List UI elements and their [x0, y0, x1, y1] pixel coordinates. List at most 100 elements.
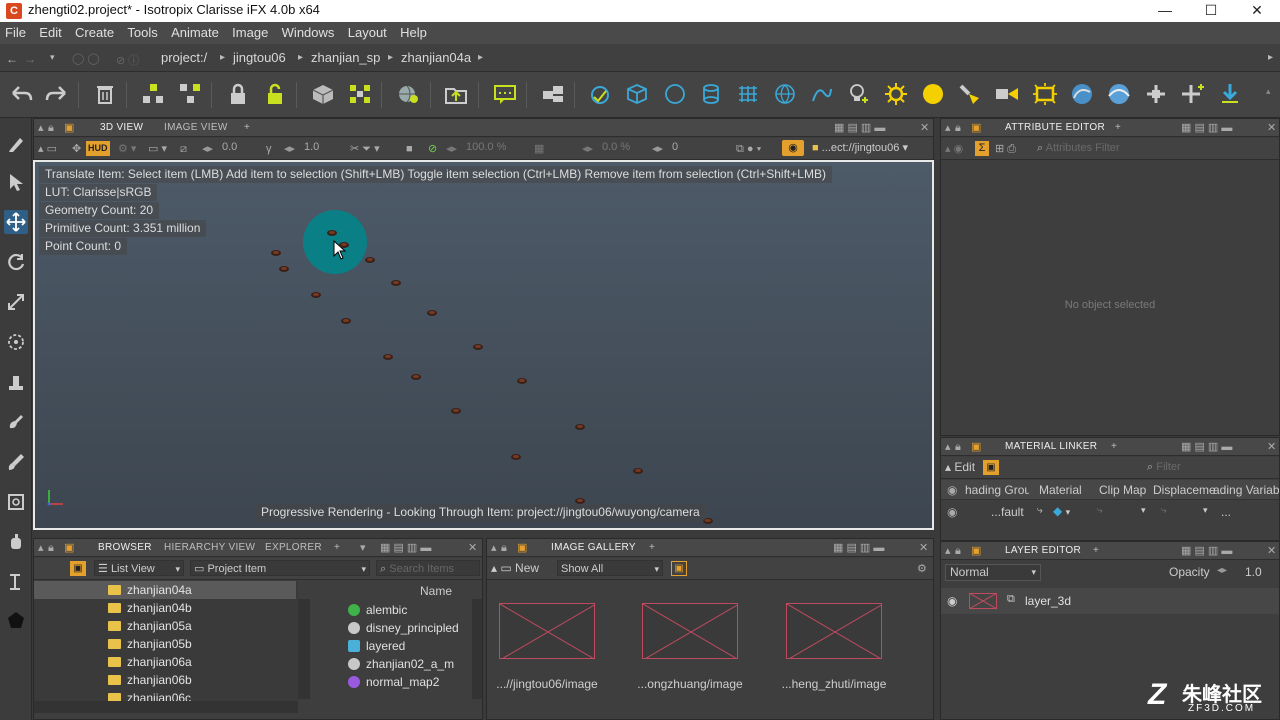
- clip-map-dropdown-icon[interactable]: ▾: [1141, 505, 1146, 516]
- close-button[interactable]: ✕: [1234, 0, 1280, 22]
- panel-close-icon[interactable]: ✕: [1267, 119, 1276, 137]
- panel-close-icon[interactable]: ✕: [920, 119, 929, 137]
- panel-close-icon[interactable]: ✕: [919, 539, 928, 557]
- panel-menu-icon[interactable]: ▴: [38, 539, 44, 557]
- box-primitive-icon[interactable]: [622, 79, 652, 109]
- list-item[interactable]: normal_map2: [348, 673, 439, 691]
- add-tab-button[interactable]: +: [1105, 438, 1123, 456]
- frame-icon[interactable]: ✥: [72, 140, 81, 158]
- menu-create[interactable]: Create: [70, 22, 119, 44]
- list-item[interactable]: alembic: [348, 601, 407, 619]
- nav-stop-icon[interactable]: ⊘ ⓘ: [116, 52, 139, 68]
- select-tool-icon[interactable]: [4, 170, 28, 194]
- panel-options-icon[interactable]: ▣: [517, 539, 527, 557]
- material-link-icon[interactable]: ⤷: [1037, 505, 1043, 516]
- browser-mode-icon[interactable]: ▣: [70, 561, 86, 576]
- name-column-header[interactable]: Name: [420, 584, 452, 598]
- gallery-settings-icon[interactable]: ⚙: [917, 560, 927, 578]
- import-icon[interactable]: [441, 79, 471, 109]
- breadcrumb-separator-icon[interactable]: ▸: [298, 48, 306, 68]
- ship-model[interactable]: [411, 374, 421, 380]
- 3d-viewport[interactable]: Translate Item: Select item (LMB) Add it…: [33, 160, 934, 530]
- export-down-icon[interactable]: [1215, 79, 1245, 109]
- camera-icon[interactable]: ■: [406, 140, 413, 158]
- pct-arrows-icon[interactable]: ◂▸: [582, 140, 593, 158]
- record-tool-icon[interactable]: [4, 608, 28, 632]
- hand-tool-icon[interactable]: [4, 530, 28, 554]
- snapshot-icon[interactable]: ⧉ ● ▾: [736, 140, 761, 158]
- ship-model[interactable]: [473, 344, 483, 350]
- comment-icon[interactable]: [490, 79, 520, 109]
- frame-value[interactable]: 0: [672, 141, 678, 153]
- sun-light-icon[interactable]: [881, 79, 911, 109]
- tree-row[interactable]: zhanjian06a: [34, 653, 296, 671]
- field-a-arrows-icon[interactable]: ◂▸: [202, 140, 213, 158]
- tab-explorer[interactable]: EXPLORER: [259, 539, 328, 557]
- measure-tool-icon[interactable]: [4, 570, 28, 594]
- panel-options-icon[interactable]: ▣: [971, 542, 981, 560]
- opacity-value[interactable]: 1.0: [1245, 565, 1262, 579]
- list-item[interactable]: layered: [348, 637, 405, 655]
- column-clip-map[interactable]: Clip Map: [1099, 483, 1146, 497]
- zoom-value[interactable]: 100.0 %: [466, 141, 506, 153]
- field-b-arrows-icon[interactable]: ◂▸: [284, 140, 295, 158]
- ship-model[interactable]: [279, 266, 289, 272]
- material-linker-row[interactable]: ◉ ...fault ⤷ ◆ ▾ ⤷ ▾ ⤷ ▾ ...: [941, 502, 1279, 522]
- search-items-field[interactable]: ⌕ Search Items: [376, 560, 480, 576]
- add-tab-button[interactable]: +: [1109, 119, 1127, 137]
- more-values[interactable]: ...: [1221, 505, 1231, 519]
- menu-layout[interactable]: Layout: [343, 22, 392, 44]
- tree-row[interactable]: zhanjian04a: [34, 581, 296, 599]
- spot-light-icon[interactable]: [955, 79, 985, 109]
- gamma-icon[interactable]: γ: [266, 140, 272, 158]
- stamp-tool-icon[interactable]: [4, 370, 28, 394]
- panel-options-icon[interactable]: ▣: [971, 438, 981, 456]
- geometry-icon[interactable]: [308, 79, 338, 109]
- item-type-select[interactable]: ▭ Project Item ▾: [190, 560, 370, 576]
- sphere-light-icon[interactable]: [918, 79, 948, 109]
- ship-model[interactable]: [271, 250, 281, 256]
- ship-model[interactable]: [391, 280, 401, 286]
- pivot-tool-icon[interactable]: [4, 330, 28, 354]
- image-thumbnail[interactable]: [786, 603, 882, 659]
- tab-browser[interactable]: BROWSER: [92, 539, 158, 557]
- minimize-button[interactable]: —: [1142, 0, 1188, 22]
- tab-3d-view[interactable]: 3D VIEW: [94, 119, 149, 137]
- gallery-image-icon[interactable]: ▣: [671, 561, 687, 576]
- breadcrumb-separator-icon[interactable]: ▸: [220, 48, 228, 68]
- field-a-value[interactable]: 0.0: [222, 141, 237, 153]
- panel-menu-icon[interactable]: ▴: [38, 119, 44, 137]
- panel-layout-icon[interactable]: ▦ ▤ ▥ ▬: [834, 119, 885, 137]
- viewport-menu-icon[interactable]: ▴ ▭: [38, 140, 57, 158]
- panel-close-icon[interactable]: ✕: [468, 539, 477, 557]
- redo-icon[interactable]: [42, 79, 72, 109]
- locator-icon[interactable]: [1141, 79, 1171, 109]
- panel-menu-icon[interactable]: ▴: [491, 539, 497, 557]
- show-filter-select[interactable]: Show All ▾: [557, 560, 663, 576]
- panel-layout-icon[interactable]: ▦ ▤ ▥ ▬: [380, 539, 431, 557]
- panel-layout-icon[interactable]: ▦ ▤ ▥ ▬: [1181, 119, 1232, 137]
- path-scroll-icon[interactable]: ▸: [1268, 52, 1273, 63]
- curve-icon[interactable]: [807, 79, 837, 109]
- list-item[interactable]: zhanjian02_a_m: [348, 655, 454, 673]
- camera-path-selector[interactable]: ■ ...ect://jingtou06 ▾: [812, 141, 908, 154]
- frame-arrows-icon[interactable]: ◂▸: [652, 140, 663, 158]
- tree-row[interactable]: zhanjian06b: [34, 671, 296, 689]
- eye-icon[interactable]: ◉: [947, 483, 957, 497]
- tree-row[interactable]: zhanjian05a: [34, 617, 296, 635]
- ship-model[interactable]: [383, 354, 393, 360]
- paint-tool-icon[interactable]: [4, 410, 28, 434]
- visibility-eye-icon[interactable]: ◉: [782, 140, 804, 156]
- breadcrumb-separator-icon[interactable]: ▸: [478, 48, 486, 68]
- frame-tool-icon[interactable]: [4, 490, 28, 514]
- unlock-icon[interactable]: [260, 79, 290, 109]
- material-filter-field[interactable]: ⌕ Filter: [1147, 460, 1277, 475]
- menu-edit[interactable]: Edit: [34, 22, 66, 44]
- column-shading-group[interactable]: hading Grou: [965, 483, 1029, 497]
- tree-row[interactable]: zhanjian06c: [34, 689, 296, 701]
- light-bulb-icon[interactable]: [844, 79, 874, 109]
- list-item[interactable]: disney_principled: [348, 619, 459, 637]
- column-shading-variable[interactable]: ading Variab: [1213, 483, 1279, 497]
- layers-icon[interactable]: ◆ ▾: [1053, 504, 1070, 518]
- ship-model[interactable]: [341, 318, 351, 324]
